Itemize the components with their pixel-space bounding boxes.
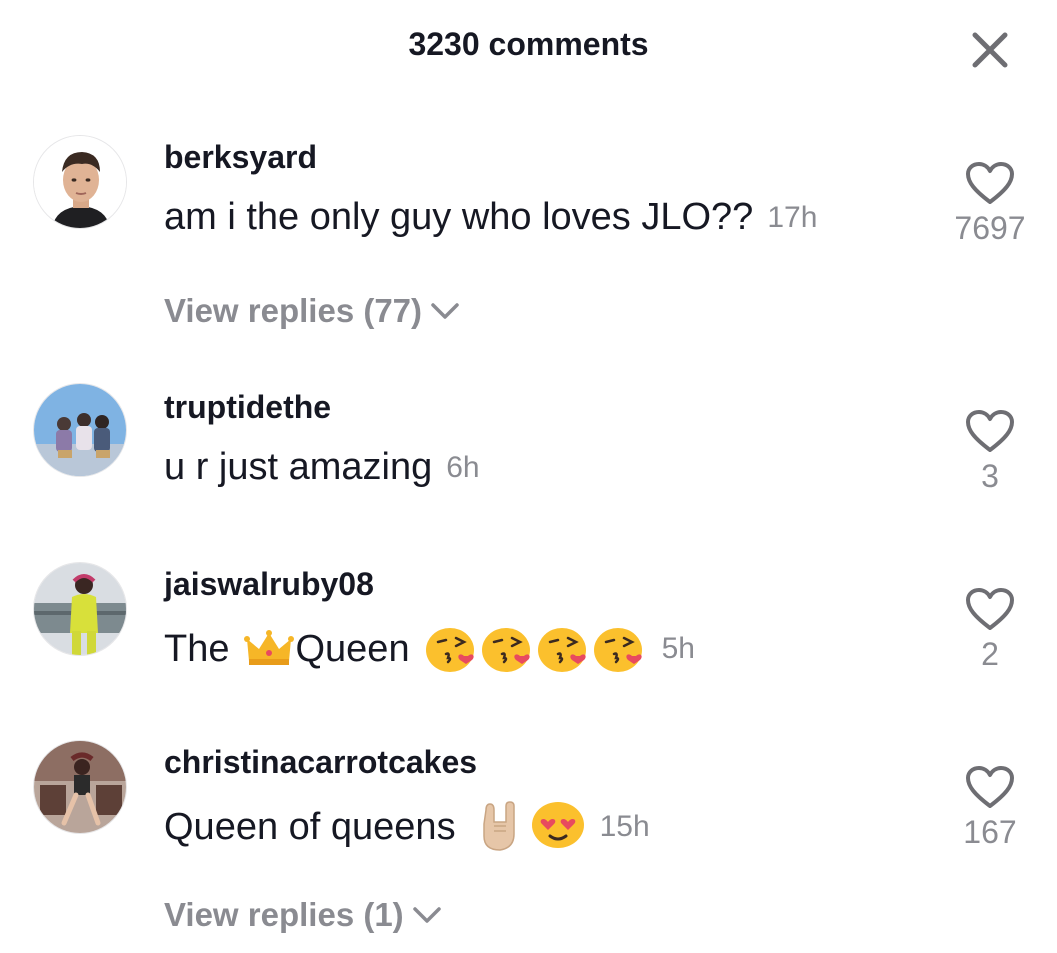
- heart-icon[interactable]: [964, 160, 1016, 206]
- comment-text-after: Queen: [295, 627, 410, 670]
- avatar[interactable]: [33, 135, 127, 229]
- comments-count-title: 3230 comments: [408, 26, 649, 62]
- view-replies-button[interactable]: View replies (1): [164, 896, 442, 934]
- comment-text-row: Queen of queens 15h: [164, 800, 650, 854]
- emoji-group: [476, 800, 586, 854]
- comment-username[interactable]: christinacarrotcakes: [164, 744, 477, 781]
- comment-text: u r just amazing: [164, 446, 433, 488]
- like-count: 7697: [954, 210, 1026, 246]
- comment-username[interactable]: truptidethe: [164, 389, 331, 426]
- kiss-emoji: [481, 628, 530, 672]
- comment-time: 5h: [661, 632, 695, 665]
- close-button[interactable]: [966, 26, 1014, 74]
- comment-time: 15h: [599, 810, 650, 843]
- view-replies-label: View replies (77): [164, 292, 423, 329]
- crown-emoji: [244, 630, 295, 665]
- comment-time: 17h: [767, 200, 818, 234]
- like-group: 7697: [940, 160, 1040, 247]
- view-replies-label: View replies (1): [164, 896, 404, 933]
- avatar[interactable]: [33, 383, 127, 477]
- like-count: 2: [981, 636, 999, 672]
- heart-icon[interactable]: [964, 408, 1016, 454]
- chevron-down-icon: [431, 303, 459, 319]
- comment-text-row: am i the only guy who loves JLO?? 17h: [164, 196, 817, 239]
- heart-eyes-emoji: [531, 802, 584, 848]
- like-count: 167: [963, 814, 1017, 850]
- like-group: 167: [940, 764, 1040, 851]
- emoji-group: [424, 624, 648, 674]
- heart-icon[interactable]: [964, 586, 1016, 632]
- comment-text: am i the only guy who loves JLO??: [164, 196, 754, 238]
- close-icon: [972, 32, 1008, 68]
- kiss-emoji: [537, 628, 586, 672]
- heart-icon[interactable]: [964, 764, 1016, 810]
- comment-text-row: The Queen 5h: [164, 624, 695, 674]
- avatar[interactable]: [33, 562, 127, 656]
- rock-hand-emoji: [482, 801, 515, 851]
- like-group: 3: [940, 408, 1040, 495]
- comment-time: 6h: [446, 450, 480, 484]
- chevron-down-icon: [412, 907, 441, 923]
- like-count: 3: [981, 458, 999, 494]
- comment-text-before: The: [164, 627, 230, 670]
- comment-text: Queen of queens: [164, 805, 456, 848]
- like-group: 2: [940, 586, 1040, 673]
- view-replies-button[interactable]: View replies (77): [164, 292, 460, 330]
- kiss-emoji: [425, 628, 474, 672]
- comments-header: 3230 comments: [0, 0, 1057, 95]
- comment-username[interactable]: jaiswalruby08: [164, 566, 374, 603]
- comment-username[interactable]: berksyard: [164, 139, 317, 176]
- comment-text-row: u r just amazing 6h: [164, 446, 480, 489]
- kiss-emoji: [593, 628, 642, 672]
- avatar[interactable]: [33, 740, 127, 834]
